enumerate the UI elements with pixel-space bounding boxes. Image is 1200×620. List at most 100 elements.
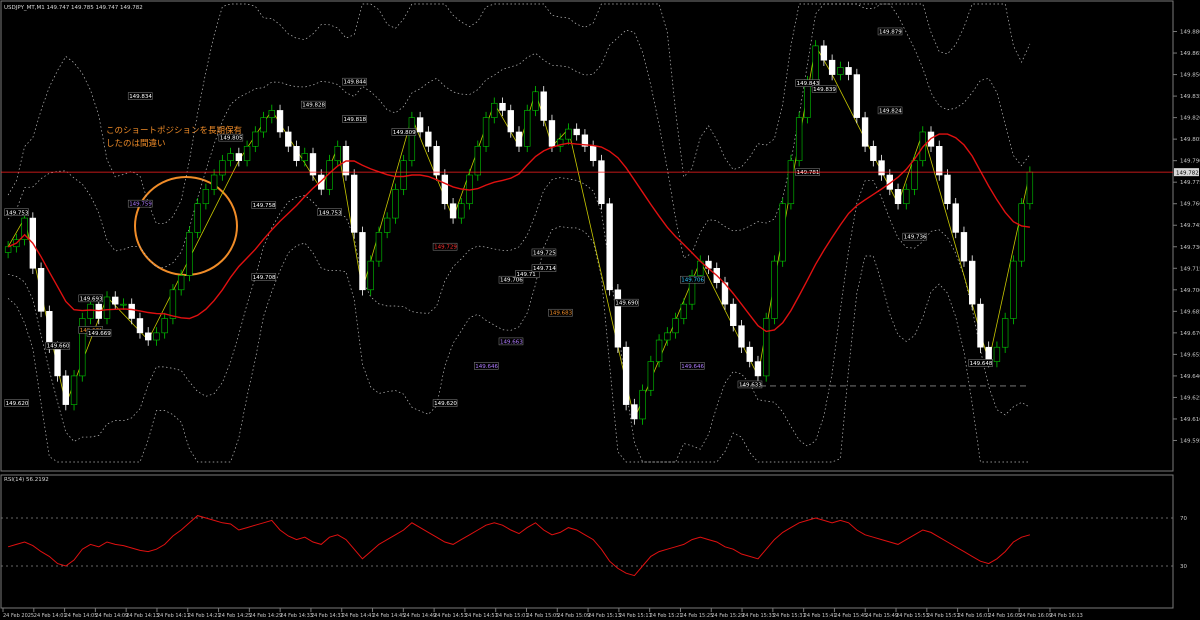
- price-label: 149.683: [549, 311, 572, 317]
- candle-body: [804, 81, 811, 118]
- candle-body: [458, 203, 465, 219]
- candle-body: [936, 146, 943, 176]
- price-label: 149.706: [500, 278, 523, 284]
- candle-body: [524, 110, 531, 147]
- x-tick-label: 24 Feb 14:05: [65, 613, 98, 619]
- candle-body: [87, 303, 94, 319]
- candle-body: [573, 128, 580, 136]
- candle-body: [268, 110, 275, 118]
- candle-body: [227, 153, 234, 161]
- y-tick-label: 149.595: [1180, 438, 1200, 444]
- candle-body: [911, 160, 918, 190]
- price-label: 149.660: [47, 344, 70, 350]
- x-tick-label: 24 Feb 16:05: [988, 613, 1021, 619]
- symbol-header: USDJPY_MT,M1 149.747 149.785 149.747 149…: [4, 5, 143, 11]
- current-price-label: 149.782: [1176, 171, 1199, 177]
- x-tick-label: 24 Feb 14:01: [34, 613, 67, 619]
- y-tick-label: 149.820: [1180, 116, 1200, 122]
- candle-body: [738, 325, 745, 348]
- candle-body: [4, 246, 12, 253]
- x-tick-label: 24 Feb 16:01: [958, 613, 991, 619]
- candle-body: [408, 117, 416, 161]
- candle-body: [37, 267, 45, 312]
- candle-body: [977, 303, 984, 348]
- candle-body: [894, 189, 902, 205]
- candle-body: [112, 296, 119, 305]
- price-label: 149.620: [434, 401, 457, 407]
- candle-body: [177, 275, 185, 291]
- price-label: 149.690: [615, 301, 638, 307]
- y-tick-label: 149.745: [1180, 223, 1200, 229]
- candle-body: [845, 67, 852, 75]
- candle-body: [416, 117, 424, 133]
- candle-body: [301, 153, 308, 161]
- candle-body: [54, 346, 61, 377]
- y-tick-label: 149.775: [1180, 180, 1200, 186]
- x-tick-label: 24 Feb 15:37: [773, 613, 806, 619]
- x-tick-label: 24 Feb 14:21: [188, 613, 221, 619]
- price-label: 149.669: [88, 331, 111, 337]
- candle-body: [235, 153, 243, 161]
- candle-body: [441, 174, 449, 205]
- x-tick-label: 24 Feb 2025: [3, 613, 34, 619]
- price-label: 149.706: [681, 278, 704, 284]
- candle-body: [128, 303, 135, 319]
- y-tick-label: 149.715: [1180, 266, 1200, 272]
- candle-body: [960, 232, 968, 262]
- candle-body: [680, 303, 687, 319]
- candle-body: [837, 67, 844, 75]
- x-tick-label: 24 Feb 15:41: [804, 613, 837, 619]
- candle-body: [161, 318, 168, 334]
- x-tick-label: 24 Feb 15:21: [650, 613, 683, 619]
- price-label: 149.71: [516, 272, 535, 278]
- y-tick-label: 149.730: [1180, 245, 1200, 251]
- trading-chart[interactable]: USDJPY_MT,M1 149.747 149.785 149.747 149…: [0, 0, 1200, 620]
- candle-body: [1001, 318, 1009, 348]
- candle-body: [540, 91, 547, 121]
- candle-body: [359, 232, 366, 291]
- candle-body: [532, 91, 539, 111]
- price-label: 149.828: [302, 103, 325, 109]
- candle-body: [153, 332, 160, 341]
- price-label: 149.708: [253, 275, 276, 281]
- candle-body: [474, 146, 481, 176]
- candle-body: [392, 189, 399, 219]
- candle-body: [46, 311, 53, 348]
- price-label: 149.753: [6, 210, 29, 216]
- candle-body: [969, 260, 976, 305]
- x-tick-label: 24 Feb 14:29: [249, 613, 282, 619]
- candle-body: [425, 131, 432, 147]
- y-tick-label: 149.625: [1180, 395, 1200, 401]
- candle-body: [507, 110, 514, 133]
- annotation-line-2: したのは間違い: [106, 138, 166, 149]
- x-tick-label: 24 Feb 14:13: [126, 613, 159, 619]
- x-tick-label: 24 Feb 15:33: [742, 613, 775, 619]
- candle-body: [1010, 260, 1017, 319]
- candle-body: [103, 296, 111, 319]
- y-tick-label: 149.655: [1180, 352, 1200, 358]
- y-tick-label: 149.760: [1180, 202, 1200, 208]
- y-tick-label: 149.610: [1180, 417, 1200, 423]
- candle-body: [622, 346, 630, 405]
- x-tick-label: 24 Feb 14:53: [434, 613, 467, 619]
- y-tick-label: 149.805: [1180, 137, 1200, 143]
- candle-body: [779, 203, 786, 262]
- price-label: 149.759: [129, 202, 152, 208]
- price-label: 149.834: [129, 94, 152, 100]
- price-label: 149.781: [797, 170, 820, 176]
- candle-body: [1026, 171, 1034, 205]
- candle-body: [952, 203, 959, 233]
- candle-body: [795, 117, 803, 161]
- candle-body: [375, 232, 383, 262]
- price-label: 149.818: [343, 117, 366, 123]
- price-label: 149.753: [319, 210, 342, 216]
- candle-body: [383, 217, 391, 233]
- candle-body: [219, 160, 226, 176]
- candle-body: [499, 102, 506, 111]
- y-tick-label: 149.700: [1180, 288, 1200, 294]
- x-tick-label: 24 Feb 14:09: [95, 613, 128, 619]
- x-tick-label: 24 Feb 14:25: [219, 613, 252, 619]
- candle-body: [606, 203, 613, 291]
- candle-body: [639, 389, 646, 420]
- price-label: 149.809: [393, 130, 416, 136]
